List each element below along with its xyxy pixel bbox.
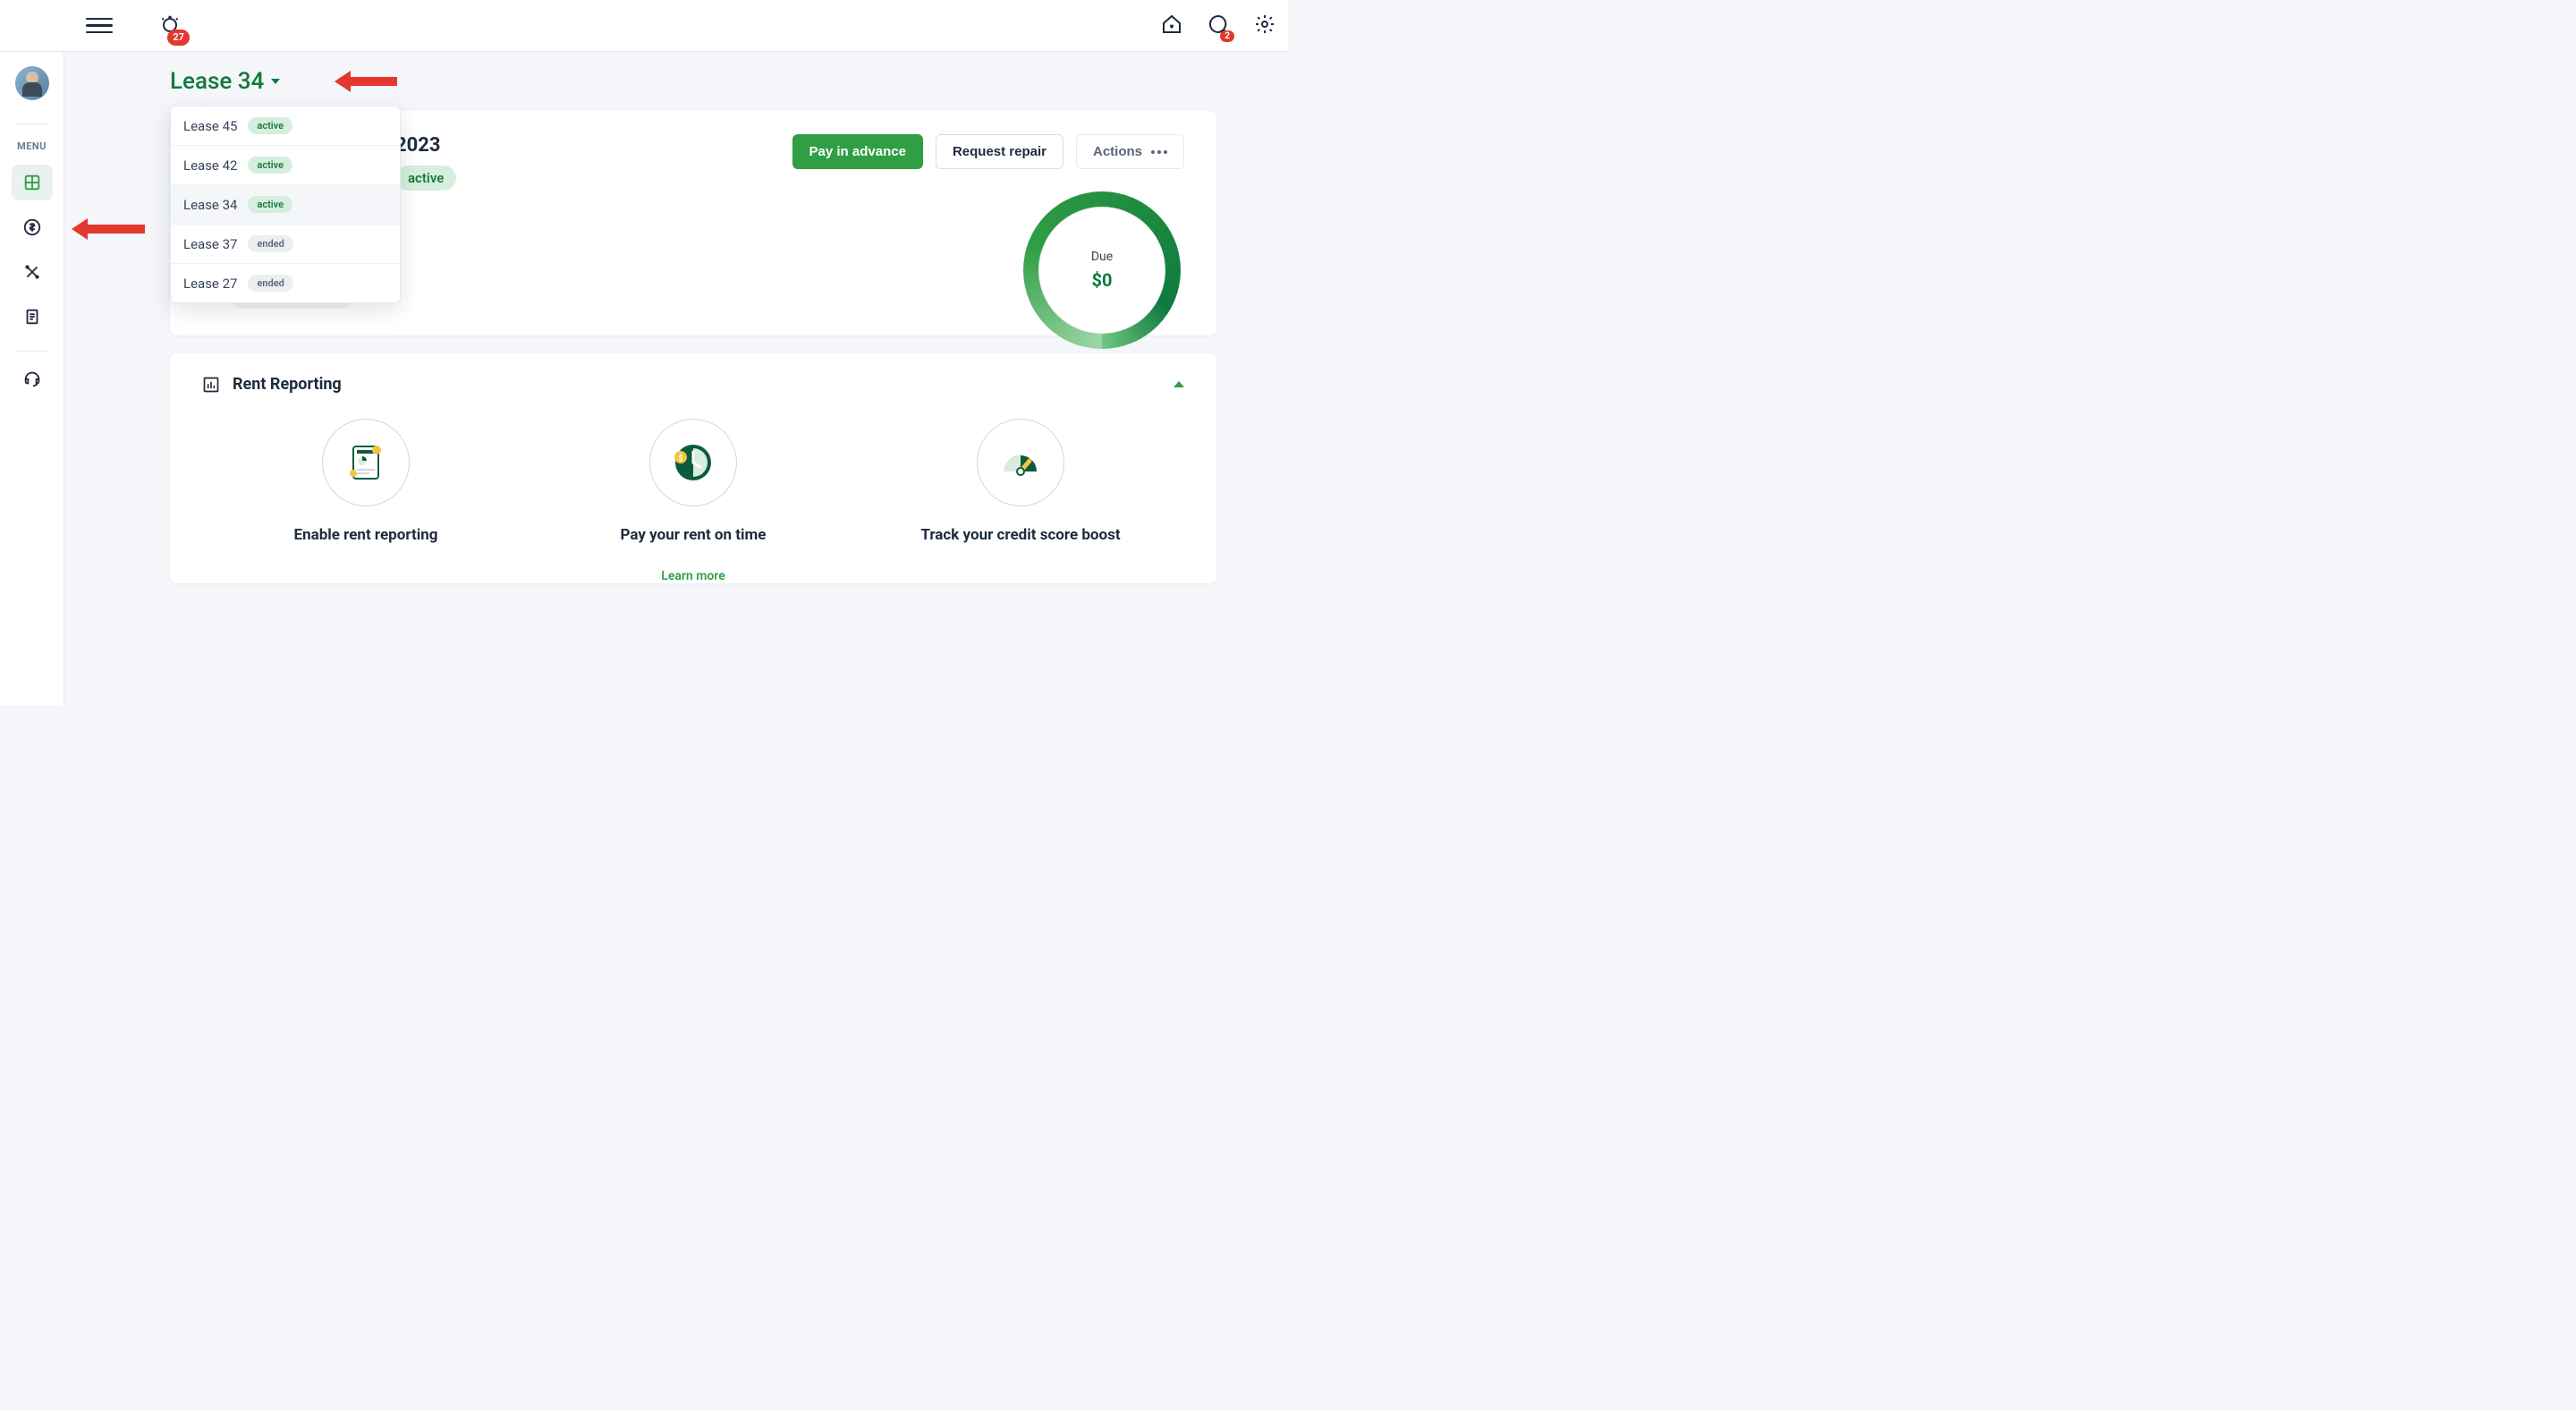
dollar-circle-icon xyxy=(22,217,42,237)
main-content: Lease 34 Lease 45 active Lease 42 active… xyxy=(64,52,1288,705)
lease-option[interactable]: Lease 45 active xyxy=(171,106,400,146)
due-label: Due xyxy=(1091,250,1113,264)
menu-toggle-button[interactable] xyxy=(86,13,113,39)
lease-option-label: Lease 45 xyxy=(183,118,237,134)
tools-icon xyxy=(22,262,42,282)
lease-option[interactable]: Lease 37 ended xyxy=(171,225,400,264)
pay-in-advance-button[interactable]: Pay in advance xyxy=(792,134,923,169)
headset-icon xyxy=(22,369,42,388)
svg-text:$: $ xyxy=(678,454,682,463)
gear-icon xyxy=(1254,13,1275,35)
avatar[interactable] xyxy=(15,66,49,100)
sidebar-item-maintenance[interactable] xyxy=(12,254,53,290)
request-repair-button[interactable]: Request repair xyxy=(936,134,1063,169)
report-doc-icon xyxy=(322,419,410,506)
sidebar-item-support[interactable] xyxy=(12,361,53,396)
feature-label: Enable rent reporting xyxy=(294,526,438,544)
status-pill: active xyxy=(248,117,292,134)
lease-year: 2023 xyxy=(395,134,441,157)
lease-selector-label: Lease 34 xyxy=(170,68,264,95)
feature-label: Pay your rent on time xyxy=(621,526,767,544)
chevron-up-icon[interactable] xyxy=(1174,381,1184,387)
lease-option-label: Lease 37 xyxy=(183,236,237,252)
actions-label: Actions xyxy=(1093,144,1142,159)
lease-selector[interactable]: Lease 34 xyxy=(170,68,1216,95)
notifications-badge: 27 xyxy=(167,30,190,45)
sidebar-item-payments[interactable] xyxy=(12,209,53,245)
sidebar-item-dashboard[interactable] xyxy=(12,165,53,200)
learn-more-link[interactable]: Learn more xyxy=(202,569,1184,583)
grid-icon xyxy=(22,173,42,192)
document-icon xyxy=(22,307,42,327)
top-bar: 27 2 xyxy=(0,0,1288,52)
actions-menu-button[interactable]: Actions xyxy=(1076,134,1184,169)
rent-reporting-title: Rent Reporting xyxy=(233,375,342,394)
sidebar: MENU xyxy=(0,0,64,705)
lease-option-label: Lease 34 xyxy=(183,197,237,213)
divider xyxy=(15,123,49,124)
chat-badge: 2 xyxy=(1220,30,1234,42)
lease-dropdown: Lease 45 active Lease 42 active Lease 34… xyxy=(170,106,401,303)
feature-pay-on-time: $ Pay your rent on time xyxy=(568,419,818,544)
settings-button[interactable] xyxy=(1254,13,1275,38)
notifications-button[interactable]: 27 xyxy=(159,13,181,38)
lease-status-badge: active xyxy=(395,166,456,191)
chevron-down-icon xyxy=(271,79,280,84)
status-pill: active xyxy=(248,196,292,213)
lease-option[interactable]: Lease 34 active xyxy=(171,185,400,225)
menu-label: MENU xyxy=(17,140,47,152)
due-value: $0 xyxy=(1092,269,1113,291)
due-amount-chart: Due $0 xyxy=(1023,191,1181,349)
lease-option[interactable]: Lease 27 ended xyxy=(171,264,400,302)
lease-option-label: Lease 42 xyxy=(183,157,237,174)
feature-label: Track your credit score boost xyxy=(920,526,1120,544)
feature-enable: Enable rent reporting xyxy=(241,419,491,544)
more-dots-icon xyxy=(1151,150,1167,154)
status-pill: ended xyxy=(248,235,292,252)
gauge-icon xyxy=(977,419,1064,506)
lease-option[interactable]: Lease 42 active xyxy=(171,146,400,185)
sidebar-separator xyxy=(15,351,49,352)
rent-reporting-card: Rent Reporting E xyxy=(170,353,1216,583)
clock-dollar-icon: $ xyxy=(649,419,737,506)
sidebar-item-documents[interactable] xyxy=(12,299,53,335)
chat-button[interactable]: 2 xyxy=(1208,13,1229,38)
status-pill: ended xyxy=(248,275,292,292)
home-heart-icon xyxy=(1161,13,1182,35)
annotation-arrow xyxy=(86,225,145,234)
home-button[interactable] xyxy=(1161,13,1182,38)
lease-option-label: Lease 27 xyxy=(183,276,237,292)
annotation-arrow xyxy=(349,77,397,86)
bar-chart-icon xyxy=(202,376,220,394)
status-pill: active xyxy=(248,157,292,174)
feature-credit-boost: Track your credit score boost xyxy=(895,419,1146,544)
